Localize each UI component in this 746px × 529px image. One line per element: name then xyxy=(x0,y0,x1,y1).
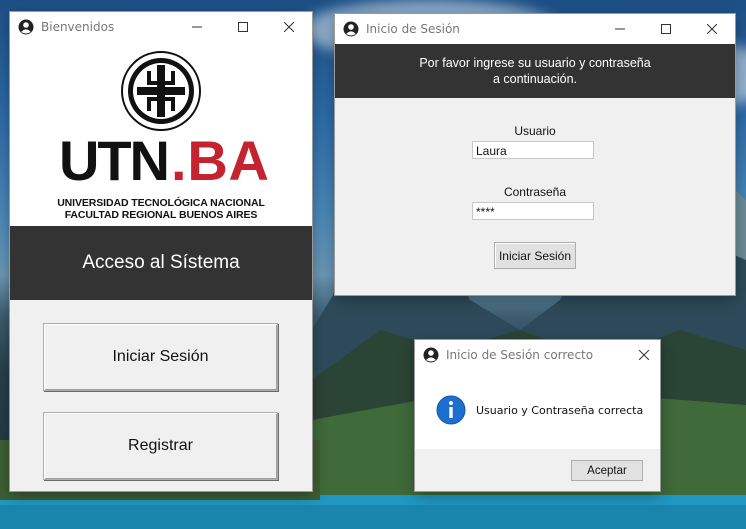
login-instructions: Por favor ingrese su usuario y contraseñ… xyxy=(335,44,735,98)
login-button[interactable]: Iniciar Sesión xyxy=(43,323,278,391)
utn-logo: UTN .BA UNIVERSIDAD TECNOLÓGICA NACIONAL… xyxy=(10,42,312,226)
maximize-icon xyxy=(238,22,248,32)
login-window: Inicio de Sesión Por favor ingrese su us… xyxy=(335,14,735,295)
dialog-titlebar[interactable]: Inicio de Sesión correcto xyxy=(415,340,660,370)
faculty-name: FACULTAD REGIONAL BUENOS AIRES xyxy=(64,209,258,221)
welcome-window: Bienvenidos UTN .BA UNIVERSIDAD TECNOLÓG… xyxy=(10,12,312,491)
close-icon xyxy=(707,24,717,34)
maximize-icon xyxy=(661,24,671,34)
success-dialog: Inicio de Sesión correcto Usuario y Cont… xyxy=(415,340,660,491)
close-icon xyxy=(639,350,649,360)
user-field[interactable]: Laura xyxy=(472,141,594,159)
close-icon xyxy=(284,22,294,32)
dialog-title: Inicio de Sesión correcto xyxy=(446,348,594,362)
user-account-icon xyxy=(18,19,34,35)
dialog-footer: Aceptar xyxy=(415,449,660,491)
minimize-button[interactable] xyxy=(597,14,643,44)
instructions-line-2: a continuación. xyxy=(492,72,578,86)
system-access-banner: Acceso al Sístema xyxy=(10,226,312,300)
utn-emblem-icon xyxy=(121,51,201,131)
university-name: UNIVERSIDAD TECNOLÓGICA NACIONAL xyxy=(57,197,265,209)
window-title: Inicio de Sesión xyxy=(366,22,460,36)
minimize-icon xyxy=(192,26,202,28)
instructions-line-1: Por favor ingrese su usuario y contraseñ… xyxy=(419,56,651,70)
dialog-body: Usuario y Contraseña correcta xyxy=(415,370,660,449)
user-account-icon xyxy=(343,21,359,37)
user-label: Usuario xyxy=(514,124,556,138)
accept-button[interactable]: Aceptar xyxy=(571,460,643,481)
utn-wordmark: UTN .BA xyxy=(59,134,269,186)
window-title: Bienvenidos xyxy=(41,20,115,34)
maximize-button[interactable] xyxy=(643,14,689,44)
svg-text:UTN: UTN xyxy=(59,134,171,186)
close-button[interactable] xyxy=(628,340,660,370)
minimize-button[interactable] xyxy=(174,12,220,42)
info-icon xyxy=(436,395,466,425)
close-button[interactable] xyxy=(689,14,735,44)
dialog-message: Usuario y Contraseña correcta xyxy=(476,404,644,417)
login-titlebar[interactable]: Inicio de Sesión xyxy=(335,14,735,44)
register-button[interactable]: Registrar xyxy=(43,412,278,480)
minimize-icon xyxy=(615,28,625,30)
password-label: Contraseña xyxy=(503,185,567,199)
maximize-button[interactable] xyxy=(220,12,266,42)
submit-login-button[interactable]: Iniciar Sesión xyxy=(494,242,576,269)
close-button[interactable] xyxy=(266,12,312,42)
password-field[interactable]: **** xyxy=(472,202,594,220)
welcome-titlebar[interactable]: Bienvenidos xyxy=(10,12,312,42)
svg-text:.BA: .BA xyxy=(171,134,269,186)
user-account-icon xyxy=(423,347,439,363)
